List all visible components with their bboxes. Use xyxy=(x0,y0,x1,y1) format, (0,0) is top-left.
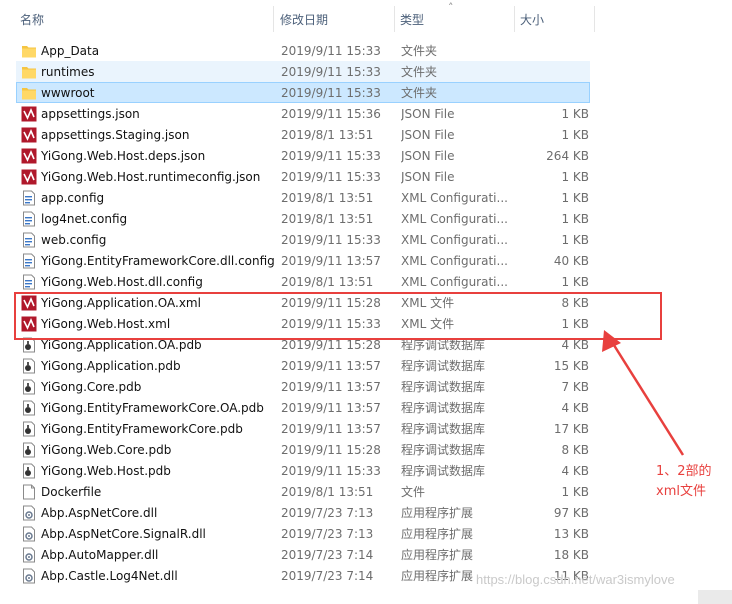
annotation-line-2: xml文件 xyxy=(656,484,706,499)
annotation-arrow xyxy=(602,330,685,456)
annotation-text: 1、2部的 xml文件 xyxy=(656,462,732,502)
watermark: https://blog.csdn.net/war3ismylove xyxy=(476,572,675,587)
horizontal-scrollbar[interactable] xyxy=(698,590,732,604)
annotation-line-1: 1、2部的 xyxy=(656,464,712,479)
